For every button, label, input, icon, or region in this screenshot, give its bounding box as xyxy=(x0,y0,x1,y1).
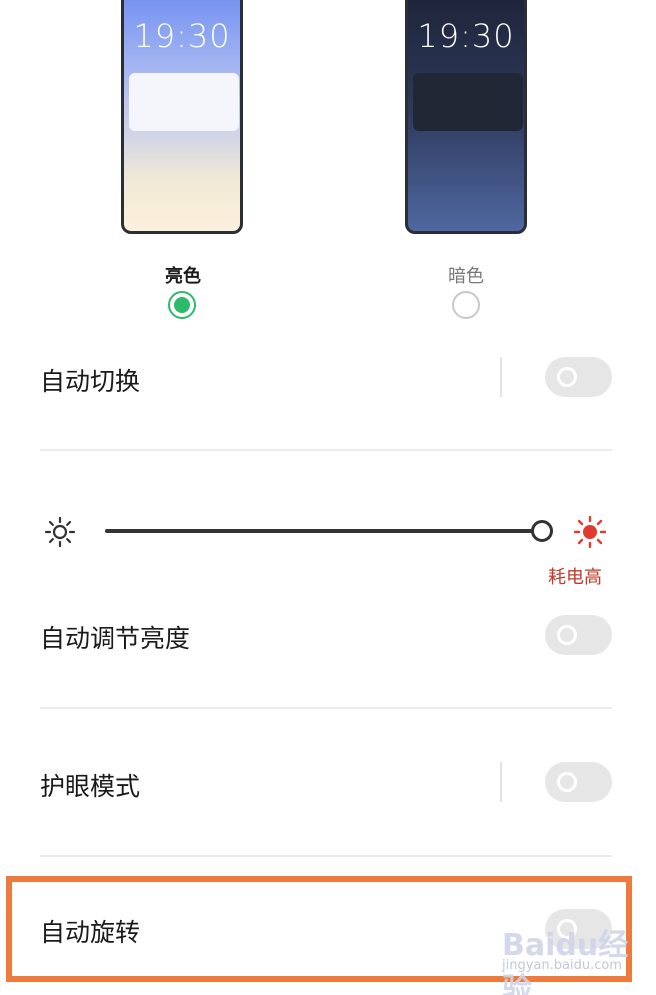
section-divider xyxy=(40,449,612,451)
light-preview-time: 19:30 xyxy=(133,17,231,55)
light-theme-radio[interactable] xyxy=(168,291,196,319)
dark-theme-preview[interactable]: 19:30 xyxy=(405,0,527,234)
auto-switch-divider xyxy=(500,357,502,397)
dark-theme-label: 暗色 xyxy=(448,266,484,287)
light-theme-preview[interactable]: 19:30 xyxy=(121,0,243,234)
eye-care-divider xyxy=(500,762,502,802)
auto-brightness-toggle[interactable] xyxy=(545,615,612,655)
dark-theme-radio[interactable] xyxy=(452,291,480,319)
eye-care-toggle[interactable] xyxy=(545,762,612,802)
baidu-watermark-url: jingyan.baidu.com xyxy=(502,958,622,973)
brightness-high-icon xyxy=(574,516,606,548)
light-preview-card xyxy=(129,73,239,131)
high-power-label: 耗电高 xyxy=(548,567,602,588)
light-theme-label: 亮色 xyxy=(165,266,201,287)
eye-care-label: 护眼模式 xyxy=(40,772,141,801)
brightness-low-icon xyxy=(44,516,76,548)
auto-switch-toggle[interactable] xyxy=(545,357,612,397)
auto-brightness-label: 自动调节亮度 xyxy=(40,624,191,653)
auto-switch-label: 自动切换 xyxy=(40,367,141,396)
dark-preview-card xyxy=(413,73,523,131)
brightness-slider-thumb[interactable] xyxy=(531,520,553,542)
display-settings-screen: 19:30 19:30 亮色 暗色 自动切换 耗电高 自动调节亮度 护眼模式 自… xyxy=(0,0,656,995)
dark-preview-time: 19:30 xyxy=(417,17,515,55)
section-divider xyxy=(40,855,612,857)
section-divider xyxy=(40,707,612,709)
brightness-slider-track[interactable] xyxy=(105,529,537,533)
